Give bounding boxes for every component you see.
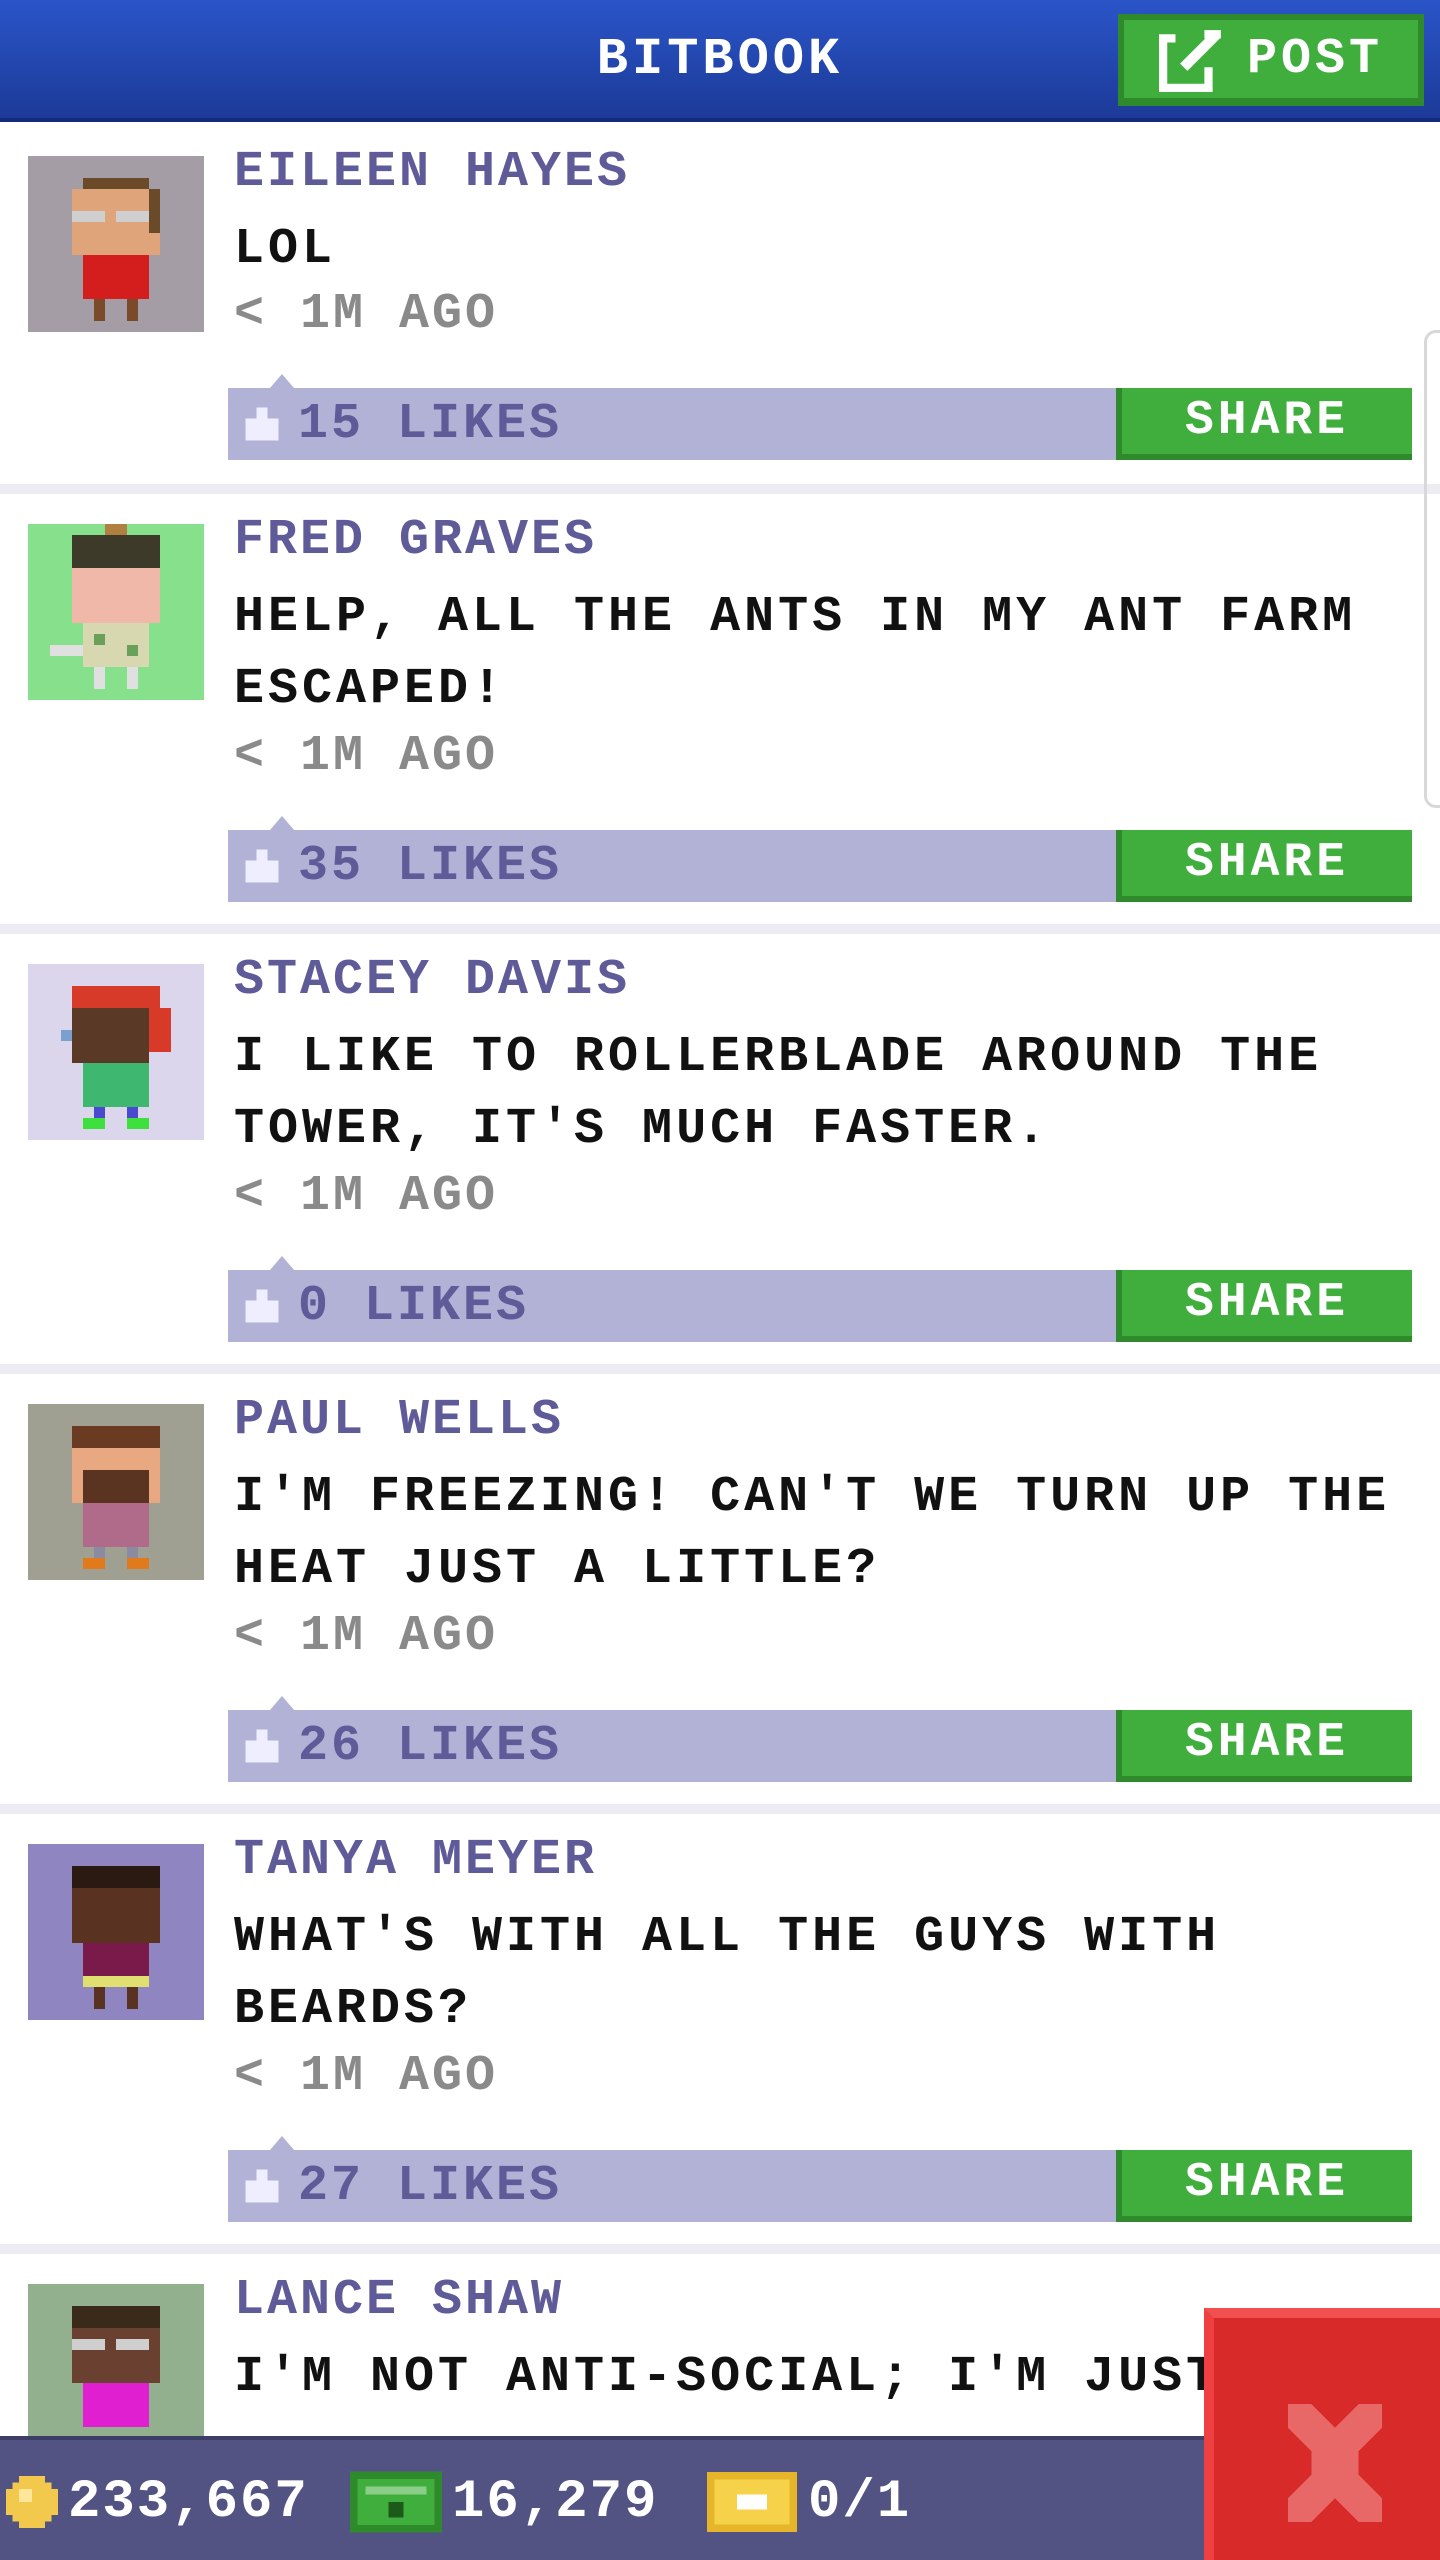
likes-bar: 27 LIKES SHARE [228,2136,1412,2222]
like-button[interactable]: 35 LIKES [240,830,562,902]
likes-bar: 35 LIKES SHARE [228,816,1412,902]
avatar[interactable] [28,1844,204,2020]
bubble-tip [270,374,294,388]
post-author[interactable]: EILEEN HAYES [234,144,630,201]
bubble-tip [270,816,294,830]
post-message: HELP, ALL THE ANTS IN MY ANT FARM ESCAPE… [234,589,1357,718]
likes-count: 0 LIKES [298,1277,530,1335]
likes-count: 27 LIKES [298,2157,563,2215]
coins-value: 233,667 [68,2471,309,2533]
share-button[interactable]: SHARE [1116,388,1412,460]
avatar[interactable] [28,156,204,332]
bux-icon [350,2471,442,2533]
edit-icon [1158,30,1221,92]
post-message: I LIKE TO ROLLERBLADE AROUND THE TOWER, … [234,1029,1323,1158]
likes-bar: 26 LIKES SHARE [228,1696,1412,1782]
avatar[interactable] [28,524,204,700]
post-time: < 1M AGO [234,286,499,343]
avatar[interactable] [28,964,204,1140]
post-time: < 1M AGO [234,1608,499,1665]
post-author[interactable]: TANYA MEYER [234,1832,597,1889]
coin-icon [6,2476,58,2528]
post-button-label: POST [1246,30,1384,88]
post-message: I'M FREEZING! CAN'T WE TURN UP THE HEAT … [234,1469,1391,1598]
post-time: < 1M AGO [234,728,499,785]
bux-counter: 16,279 [350,2440,658,2560]
close-button[interactable] [1204,2308,1440,2560]
avatar[interactable] [28,1404,204,1580]
close-icon [1287,2404,1383,2522]
share-button[interactable]: SHARE [1116,1270,1412,1342]
like-button[interactable]: 27 LIKES [240,2150,562,2222]
bubble-tip [270,1256,294,1270]
post-time: < 1M AGO [234,2048,499,2105]
feed-post: TANYA MEYER WHAT'S WITH ALL THE GUYS WIT… [0,1814,1440,2254]
like-icon [245,1289,279,1323]
post-author[interactable]: FRED GRAVES [234,512,597,569]
share-button[interactable]: SHARE [1116,830,1412,902]
share-button[interactable]: SHARE [1116,2150,1412,2222]
like-icon [245,1729,279,1763]
post-author[interactable]: PAUL WELLS [234,1392,564,1449]
likes-count: 26 LIKES [298,1717,563,1775]
vip-ticket-icon [707,2472,797,2532]
like-button[interactable]: 15 LIKES [240,388,562,460]
post-message: I'M NOT ANTI-SOCIAL; I'M JUST N [234,2349,1234,2406]
post-author[interactable]: STACEY DAVIS [234,952,630,1009]
likes-count: 35 LIKES [298,837,563,895]
bubble-tip [270,2136,294,2150]
post-message: WHAT'S WITH ALL THE GUYS WITH BEARDS? [234,1909,1221,2038]
avatar[interactable] [28,2284,204,2460]
vip-value: 0/1 [808,2471,912,2533]
bux-value: 16,279 [452,2471,659,2533]
like-icon [245,849,279,883]
scrollbar[interactable] [1424,330,1440,808]
post-author[interactable]: LANCE SHAW [234,2272,564,2329]
like-icon [245,407,279,441]
vip-counter: 0/1 [706,2440,911,2560]
top-bar: BITBOOK POST [0,0,1440,122]
like-button[interactable]: 26 LIKES [240,1710,562,1782]
feed-post: STACEY DAVIS I LIKE TO ROLLERBLADE AROUN… [0,934,1440,1374]
coins-counter: 233,667 [6,2440,309,2560]
feed-post: PAUL WELLS I'M FREEZING! CAN'T WE TURN U… [0,1374,1440,1814]
feed-post: EILEEN HAYES LOL < 1M AGO 15 LIKES SHARE [0,126,1440,494]
bubble-tip [270,1696,294,1710]
feed-list[interactable]: EILEEN HAYES LOL < 1M AGO 15 LIKES SHARE [0,126,1440,2514]
likes-bar: 15 LIKES SHARE [228,374,1412,460]
like-icon [245,2169,279,2203]
likes-count: 15 LIKES [298,395,563,453]
likes-bar: 0 LIKES SHARE [228,1256,1412,1342]
post-time: < 1M AGO [234,1168,499,1225]
share-button[interactable]: SHARE [1116,1710,1412,1782]
post-message: LOL [234,221,337,278]
feed-post: FRED GRAVES HELP, ALL THE ANTS IN MY ANT… [0,494,1440,934]
post-button[interactable]: POST [1118,14,1424,106]
like-button[interactable]: 0 LIKES [240,1270,529,1342]
